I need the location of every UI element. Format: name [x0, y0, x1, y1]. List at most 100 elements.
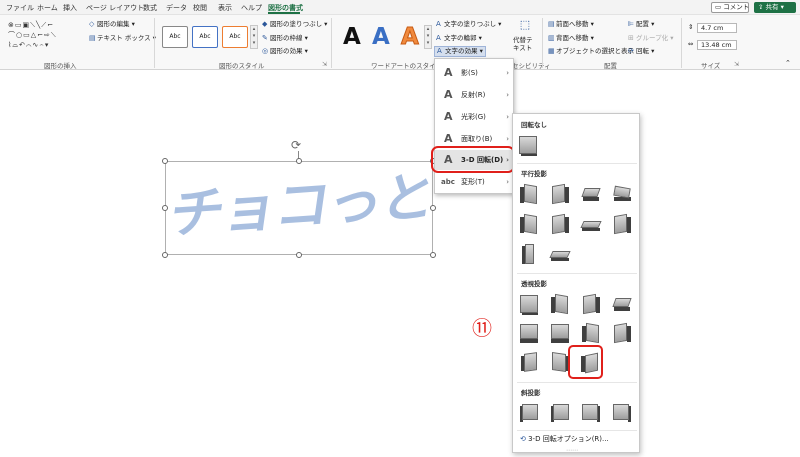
- menu-item-shadow[interactable]: A 影(S) ›: [435, 63, 513, 83]
- text-outline-label: 文字の輪郭: [444, 34, 477, 42]
- rotation-preset-tile[interactable]: [580, 402, 602, 424]
- shape-styles-group-label: 図形のスタイル: [219, 62, 265, 70]
- section-divider: [517, 273, 637, 274]
- rotation-preset-tile[interactable]: [549, 402, 571, 424]
- preset-face: [586, 322, 599, 344]
- preset-side: [627, 326, 631, 342]
- shape-width-field[interactable]: 13.48 cm: [697, 40, 737, 50]
- resize-grip-icon[interactable]: ⋯⋯: [566, 447, 578, 454]
- rotation-preset-tile[interactable]: [580, 213, 602, 235]
- menu-item-reflection[interactable]: A 反射(R) ›: [435, 85, 513, 105]
- rotation-preset-tile[interactable]: [580, 322, 602, 344]
- collapse-ribbon-icon[interactable]: ⌃: [785, 59, 791, 68]
- preset-face: [552, 352, 566, 372]
- shape-styles-launcher-icon[interactable]: ⇲: [322, 61, 327, 68]
- group-button: ⊞ グループ化 ▾: [628, 34, 674, 42]
- resize-handle-sw[interactable]: [162, 252, 168, 258]
- 3d-rotation-options-link[interactable]: ⟲ 3-D 回転オプション(R)...: [520, 434, 609, 444]
- wordart-gallery-scroll[interactable]: ▴ ▾ ▾: [424, 25, 432, 49]
- rotation-preset-tile[interactable]: [549, 213, 571, 235]
- rotation-preset-tile[interactable]: [611, 213, 633, 235]
- text-fill-button[interactable]: A 文字の塗りつぶし ▾: [436, 20, 501, 29]
- tab-formulas[interactable]: 数式: [143, 3, 157, 13]
- tab-help[interactable]: ヘルプ: [241, 3, 262, 13]
- tab-data[interactable]: データ: [166, 3, 187, 13]
- tab-insert[interactable]: 挿入: [63, 3, 77, 13]
- wordart-style-blue[interactable]: A: [372, 24, 390, 50]
- selection-pane-button[interactable]: ▦オブジェクトの選択と表示: [548, 47, 634, 56]
- shape-effects-icon: ◎: [262, 47, 269, 55]
- alt-text-icon[interactable]: ⬚: [514, 19, 536, 30]
- shape-outline-button[interactable]: ✎ 図形の枠線 ▾: [262, 34, 308, 43]
- rotation-preset-tile[interactable]: [518, 402, 540, 424]
- rotation-preset-tile[interactable]: [518, 351, 540, 373]
- share-label: 共有: [765, 3, 779, 11]
- tab-view[interactable]: 表示: [218, 3, 232, 13]
- tab-file[interactable]: ファイル: [6, 3, 34, 13]
- rotation-preset-tile[interactable]: [518, 213, 540, 235]
- glow-icon: A: [444, 110, 453, 123]
- resize-handle-s[interactable]: [296, 252, 302, 258]
- alt-text-label-2[interactable]: キスト: [513, 44, 532, 53]
- rotation-preset-tile[interactable]: [518, 243, 540, 265]
- rotation-preset-tile[interactable]: [549, 322, 571, 344]
- tab-home[interactable]: ホーム: [37, 3, 58, 13]
- rotation-preset-tile[interactable]: [580, 293, 602, 315]
- comments-button[interactable]: ▭ コメント: [711, 2, 749, 13]
- tab-page-layout[interactable]: ページ レイアウト: [86, 3, 144, 13]
- preset-face: [551, 324, 569, 339]
- share-button[interactable]: ⇪ 共有 ▾: [754, 2, 796, 13]
- preset-face: [552, 183, 565, 205]
- rotation-preset-tile[interactable]: [549, 243, 571, 265]
- shape-height-field[interactable]: 4.7 cm: [697, 23, 737, 33]
- rotation-preset-tile[interactable]: [549, 293, 571, 315]
- rotation-preset-tile[interactable]: [611, 402, 633, 424]
- preset-face: [524, 183, 537, 205]
- menu-item-glow[interactable]: A 光彩(G) ›: [435, 107, 513, 127]
- tab-review[interactable]: 校閲: [193, 3, 207, 13]
- menu-item-transform[interactable]: abc 変形(T) ›: [435, 172, 513, 192]
- shape-style-2[interactable]: Abc: [192, 26, 218, 48]
- rotation-preset-tile[interactable]: [611, 183, 633, 205]
- rotation-preset-tile[interactable]: [518, 183, 540, 205]
- preset-side: [614, 307, 630, 311]
- rotation-preset-tile[interactable]: [611, 293, 633, 315]
- shape-fill-button[interactable]: ◆ 図形の塗りつぶし ▾: [262, 20, 327, 29]
- rotation-preset-tile[interactable]: [549, 183, 571, 205]
- rotate-button[interactable]: ⟳ 回転 ▾: [628, 47, 654, 56]
- rotation-preset-tile[interactable]: [517, 134, 539, 156]
- accessibility-group-label: セシビリティ: [512, 62, 551, 70]
- preset-side: [521, 154, 537, 156]
- shape-style-1[interactable]: Abc: [162, 26, 188, 48]
- resize-handle-se[interactable]: [430, 252, 436, 258]
- send-backward-button[interactable]: ▥背面へ移動 ▾: [548, 34, 594, 43]
- shape-style-gallery-scroll[interactable]: ▴ ▾ ▾: [250, 25, 258, 49]
- align-button[interactable]: ⊫ 配置 ▾: [628, 20, 654, 29]
- rotation-preset-tile[interactable]: [518, 293, 540, 315]
- send-backward-icon: ▥: [548, 34, 555, 42]
- text-effects-button[interactable]: A 文字の効果 ▾: [434, 46, 486, 57]
- rotation-preset-tile[interactable]: [611, 322, 633, 344]
- shape-effects-label: 図形の効果: [270, 47, 303, 55]
- text-outline-button[interactable]: A 文字の輪郭 ▾: [436, 34, 482, 43]
- oblique-heading: 斜投影: [521, 389, 541, 397]
- wordart-style-black[interactable]: A: [343, 24, 361, 50]
- bring-forward-button[interactable]: ▤前面へ移動 ▾: [548, 20, 594, 29]
- rotate-handle-icon[interactable]: ⟳: [291, 138, 301, 152]
- text-box-button[interactable]: ▤テキスト ボックス ▾: [89, 34, 156, 43]
- pen-icon: ✎: [262, 34, 268, 42]
- wordart-style-orange[interactable]: A: [401, 24, 420, 51]
- size-launcher-icon[interactable]: ⇲: [734, 61, 739, 68]
- rotation-preset-tile[interactable]: [580, 183, 602, 205]
- shape-style-3[interactable]: Abc: [222, 26, 248, 48]
- group-divider: [154, 18, 155, 68]
- shapes-gallery[interactable]: ⊗▭▣⟍╲⟋⌐ ⌒○▭△⌐⇨⟍ ⌇⌓↶⌒∿⌢▾: [8, 20, 78, 50]
- resize-handle-w[interactable]: [162, 205, 168, 211]
- edit-shape-button[interactable]: ◇ 図形の編集 ▾: [89, 20, 135, 29]
- bring-forward-icon: ▤: [548, 20, 555, 28]
- text-box-label: テキスト ボックス: [97, 34, 151, 42]
- rotation-preset-tile[interactable]: [518, 322, 540, 344]
- preset-face: [552, 213, 565, 235]
- shape-effects-button[interactable]: ◎ 図形の効果 ▾: [262, 47, 308, 56]
- resize-handle-nw[interactable]: [162, 158, 168, 164]
